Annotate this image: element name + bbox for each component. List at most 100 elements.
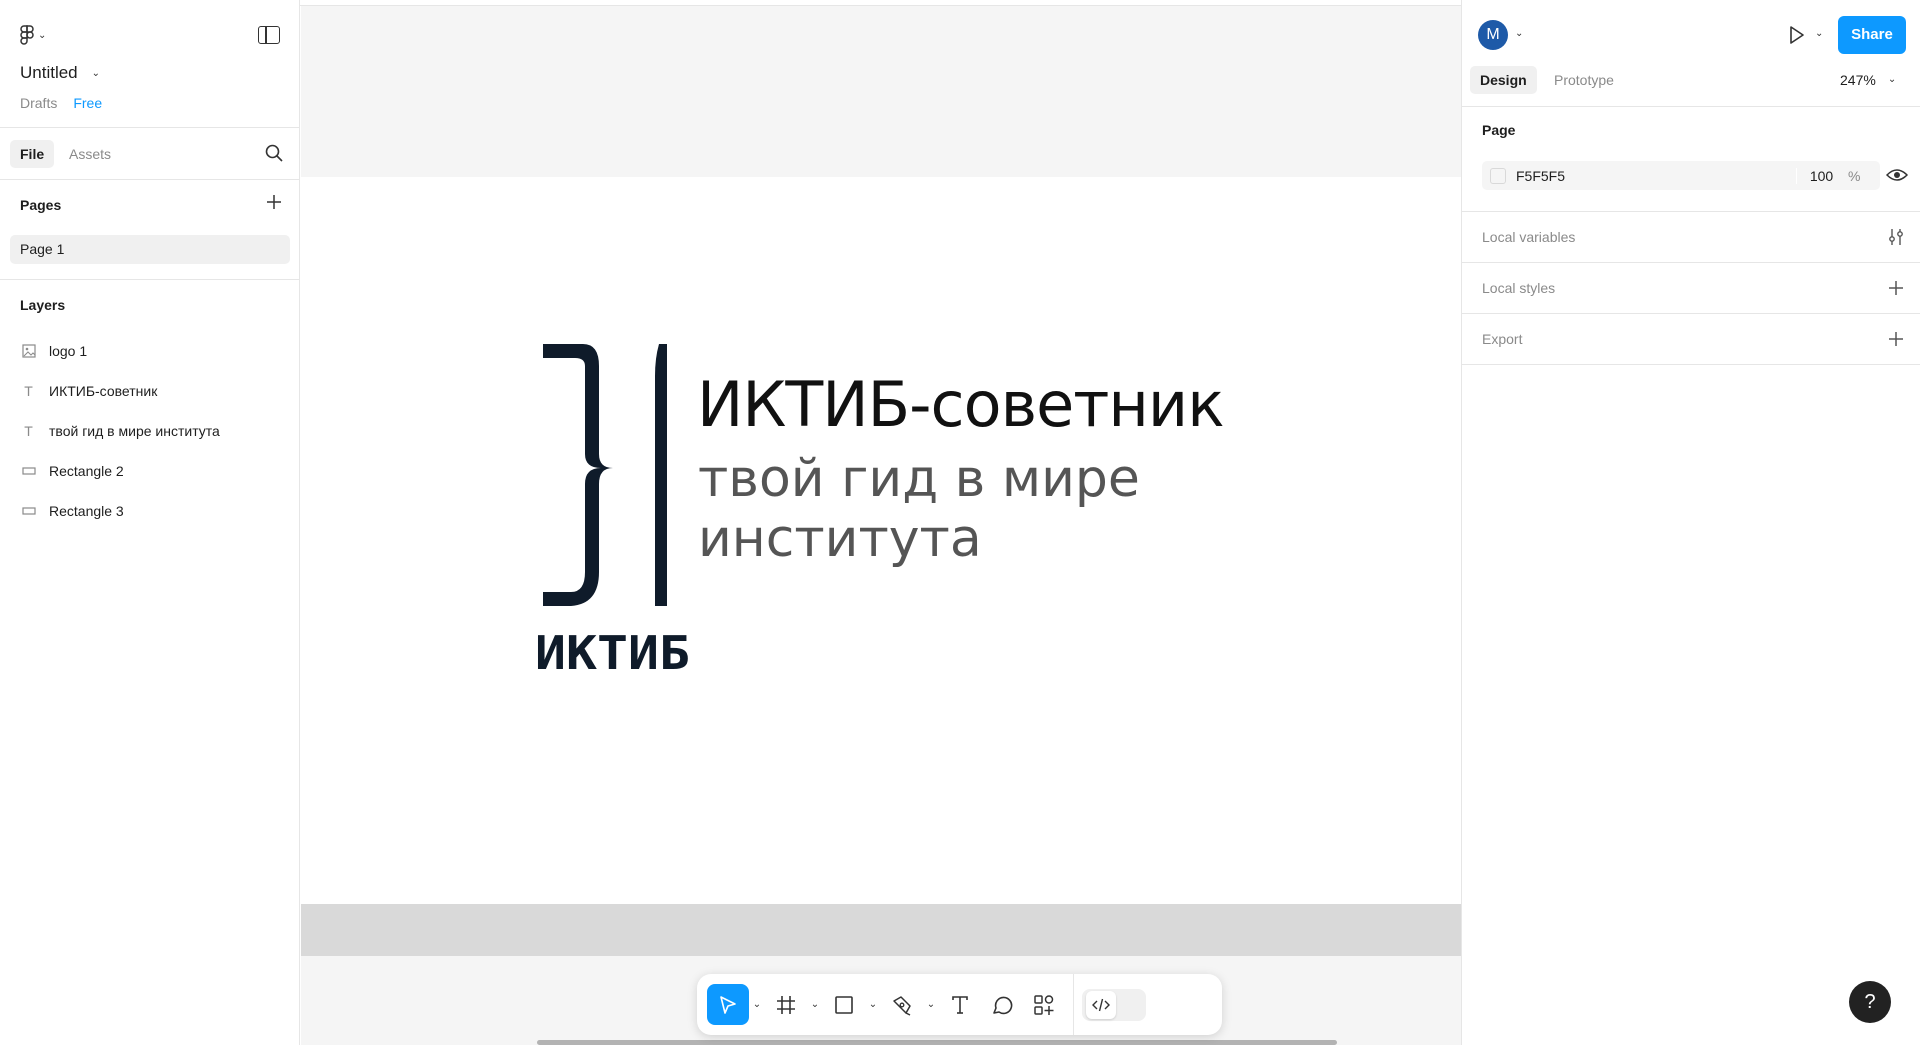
add-style-icon[interactable] xyxy=(1885,277,1907,299)
page-item[interactable]: Page 1 xyxy=(10,235,290,264)
add-export-icon[interactable] xyxy=(1885,328,1907,350)
text-icon: T xyxy=(24,423,33,439)
chevron-down-icon[interactable]: ⌄ xyxy=(865,999,881,1010)
layer-item[interactable]: Rectangle 2 xyxy=(20,459,124,483)
layer-item[interactable]: logo 1 xyxy=(20,339,87,363)
actions-tool-button[interactable] xyxy=(1023,984,1065,1025)
divider xyxy=(1462,106,1920,107)
move-tool[interactable]: ⌄ xyxy=(707,984,765,1025)
main-menu-button[interactable]: ⌄ xyxy=(20,22,60,48)
text-tool[interactable] xyxy=(939,984,981,1025)
color-swatch[interactable] xyxy=(1490,167,1506,184)
layer-name: ИКТИБ-советник xyxy=(49,383,158,399)
local-variables-title[interactable]: Local variables xyxy=(1482,229,1575,245)
chevron-down-icon[interactable]: ⌄ xyxy=(923,999,939,1010)
layer-name: твой гид в мире института xyxy=(49,423,220,439)
pages-header: Pages xyxy=(20,197,62,213)
file-location: Drafts Free xyxy=(20,94,106,112)
tab-assets[interactable]: Assets xyxy=(69,140,111,168)
subtitle-line: твой гид в мире xyxy=(698,449,1140,509)
help-button[interactable]: ? xyxy=(1849,981,1891,1023)
figma-logo-icon xyxy=(20,25,34,45)
comment-icon xyxy=(993,996,1013,1014)
chevron-down-icon: ⌄ xyxy=(1887,74,1897,85)
toolbar-divider xyxy=(1073,974,1074,1035)
chevron-down-icon: ⌄ xyxy=(38,29,47,41)
layer-item[interactable]: Rectangle 3 xyxy=(20,499,124,523)
search-icon[interactable] xyxy=(264,143,284,163)
comment-tool-button[interactable] xyxy=(981,984,1023,1025)
present-icon[interactable] xyxy=(1785,24,1807,46)
dev-mode-toggle[interactable] xyxy=(1082,988,1146,1021)
bottom-toolbar: ⌄ ⌄ ⌄ ⌄ xyxy=(697,974,1222,1035)
canvas[interactable]: ИКТИБ ИКТИБ-советник твой гид в мире инс… xyxy=(301,6,1461,1045)
divider xyxy=(1462,262,1920,263)
opacity-value: 100 xyxy=(1809,167,1834,184)
local-styles-title[interactable]: Local styles xyxy=(1482,280,1555,296)
layer-name: Rectangle 2 xyxy=(49,463,124,479)
code-icon xyxy=(1086,990,1116,1019)
actions-tool[interactable] xyxy=(1023,984,1065,1025)
zoom-menu[interactable]: 247% ⌄ xyxy=(1840,66,1896,94)
percent-sign: % xyxy=(1848,167,1861,184)
chevron-down-icon: ⌄ xyxy=(91,67,101,79)
tab-file[interactable]: File xyxy=(10,140,55,168)
divider xyxy=(0,279,300,280)
divider xyxy=(1462,211,1920,212)
title-text[interactable]: ИКТИБ-советник xyxy=(697,368,1225,441)
chevron-down-icon[interactable]: ⌄ xyxy=(749,999,765,1010)
left-sidebar: ⌄ Untitled ⌄ Drafts Free File Assets Pag… xyxy=(0,0,300,1045)
divider xyxy=(1462,364,1920,365)
shape-tool[interactable]: ⌄ xyxy=(823,984,881,1025)
layers-header: Layers xyxy=(20,297,66,313)
layer-name: Rectangle 3 xyxy=(49,503,124,519)
pen-tool-button[interactable] xyxy=(881,984,923,1025)
left-tabs: File Assets xyxy=(0,128,300,180)
text-tool-button[interactable] xyxy=(939,984,981,1025)
drafts-link[interactable]: Drafts xyxy=(20,95,57,111)
text-icon: T xyxy=(24,383,33,399)
sidebar-toggle-icon[interactable] xyxy=(258,26,280,44)
variables-settings-icon[interactable] xyxy=(1885,226,1907,248)
tab-prototype[interactable]: Prototype xyxy=(1554,66,1614,94)
layer-name: logo 1 xyxy=(49,343,88,359)
image-icon xyxy=(20,343,37,360)
zoom-value: 247% xyxy=(1840,72,1876,88)
chevron-down-icon[interactable]: ⌄ xyxy=(807,999,823,1010)
share-button[interactable]: Share xyxy=(1838,16,1906,54)
add-page-icon[interactable] xyxy=(264,192,284,212)
plan-badge[interactable]: Free xyxy=(69,94,106,112)
layer-item[interactable]: T твой гид в мире института xyxy=(20,419,220,443)
tab-design[interactable]: Design xyxy=(1470,66,1537,94)
page-fill-row[interactable]: F5F5F5 100 % xyxy=(1482,161,1880,190)
subtitle-text[interactable]: твой гид в мире института xyxy=(698,449,1140,569)
rectangle-3[interactable] xyxy=(301,904,1461,956)
rectangle-tool-button[interactable] xyxy=(823,984,865,1025)
subtitle-line: института xyxy=(698,509,982,569)
file-name-button[interactable]: Untitled ⌄ xyxy=(20,63,100,83)
file-name: Untitled xyxy=(20,63,78,82)
eye-icon[interactable] xyxy=(1886,166,1908,184)
rectangle-icon xyxy=(20,503,37,520)
layer-item[interactable]: T ИКТИБ-советник xyxy=(20,379,157,403)
chevron-down-icon[interactable]: ⌄ xyxy=(1515,28,1523,39)
frame-tool-button[interactable] xyxy=(765,984,807,1025)
rectangle-icon xyxy=(20,463,37,480)
file-header: ⌄ Untitled ⌄ Drafts Free xyxy=(0,0,300,128)
right-sidebar: M ⌄ ⌄ Share Design Prototype 247% ⌄ Page… xyxy=(1461,0,1920,1045)
user-avatar[interactable]: M xyxy=(1478,20,1508,50)
frame-tool[interactable]: ⌄ xyxy=(765,984,823,1025)
cursor-icon xyxy=(720,995,736,1014)
comment-tool[interactable] xyxy=(981,984,1023,1025)
move-tool-button[interactable] xyxy=(707,984,749,1025)
divider xyxy=(1462,313,1920,314)
horizontal-scrollbar[interactable] xyxy=(537,1040,1337,1045)
pen-tool[interactable]: ⌄ xyxy=(881,984,939,1025)
export-title[interactable]: Export xyxy=(1482,331,1522,347)
frame-icon xyxy=(777,995,795,1014)
chevron-down-icon[interactable]: ⌄ xyxy=(1815,28,1823,39)
fill-hex[interactable]: F5F5F5 xyxy=(1516,168,1796,184)
text-icon xyxy=(952,995,968,1014)
ictib-logo-image[interactable]: ИКТИБ xyxy=(531,336,696,676)
fill-opacity[interactable]: 100 xyxy=(1796,167,1846,184)
